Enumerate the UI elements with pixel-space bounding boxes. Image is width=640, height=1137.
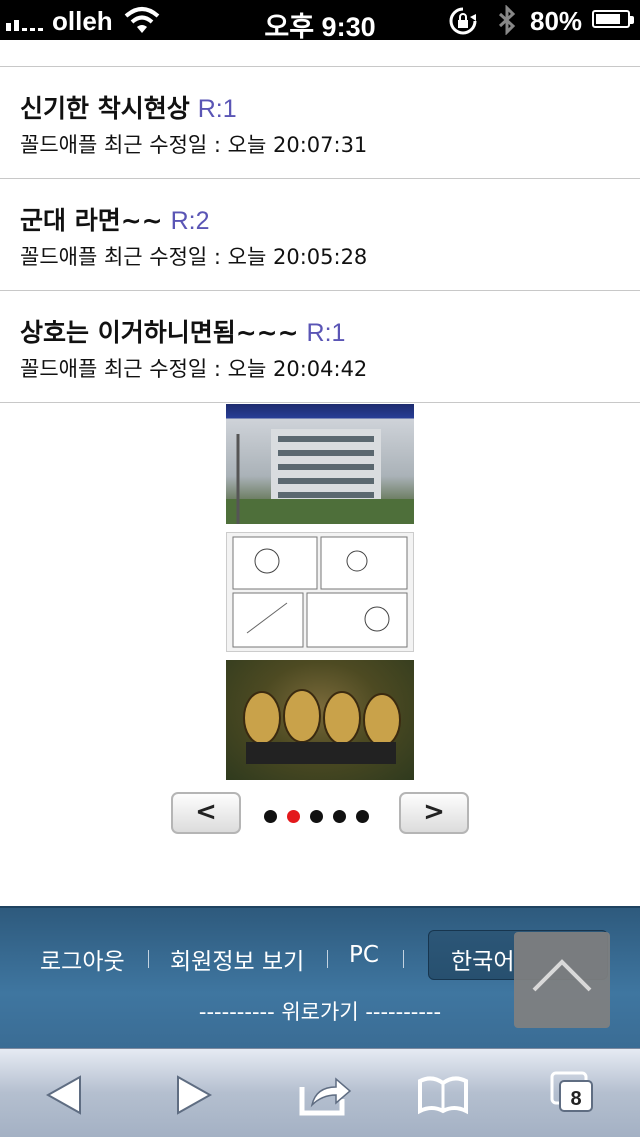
logout-link[interactable]: 로그아웃	[40, 942, 125, 976]
book-icon	[418, 1076, 468, 1115]
thumbnail-building[interactable]	[226, 404, 414, 524]
page-dot[interactable]	[356, 810, 369, 823]
list-item[interactable]: 신기한 착시현상 R:1 꼴드애플 최근 수정일 : 오늘 20:07:31	[0, 67, 640, 179]
page-dot[interactable]	[264, 810, 277, 823]
chevron-up-icon	[532, 959, 592, 992]
language-value: 한국어	[451, 949, 515, 975]
battery-icon	[592, 10, 634, 28]
page-dot-active[interactable]	[287, 810, 300, 823]
back-button[interactable]	[30, 1069, 100, 1119]
member-info-link[interactable]: 회원정보 보기	[170, 942, 304, 976]
share-button[interactable]	[290, 1069, 360, 1119]
page-indicator	[264, 810, 369, 823]
back-arrow-icon	[45, 1075, 81, 1115]
tabs-count: 8	[570, 1088, 581, 1110]
tabs-icon: 8	[550, 1071, 593, 1112]
post-title[interactable]: 상호는 이거하니면됨~~~ R:1	[20, 313, 345, 349]
list-item[interactable]: 군대 라면~~ R:2 꼴드애플 최근 수정일 : 오늘 20:05:28	[0, 179, 640, 291]
tabs-button[interactable]: 8	[540, 1069, 610, 1119]
previous-button[interactable]: <	[171, 792, 241, 834]
bluetooth-icon	[497, 4, 517, 40]
post-meta: 꼴드애플 최근 수정일 : 오늘 20:05:28	[20, 245, 368, 269]
post-title[interactable]: 신기한 착시현상 R:1	[20, 89, 237, 125]
reply-count: R:1	[306, 319, 346, 347]
list-item[interactable]: 상호는 이거하니면됨~~~ R:1 꼴드애플 최근 수정일 : 오늘 20:04:…	[0, 291, 640, 403]
scroll-top-button[interactable]	[514, 932, 610, 1028]
post-meta: 꼴드애플 최근 수정일 : 오늘 20:07:31	[20, 133, 368, 157]
share-icon	[299, 1077, 352, 1116]
status-bar: olleh 오후 9:30 80%	[0, 0, 640, 42]
page-dot[interactable]	[310, 810, 323, 823]
thumbnail-ramen[interactable]	[226, 660, 414, 780]
battery-percent: 80%	[530, 6, 583, 36]
divider	[148, 950, 149, 968]
bookmarks-button[interactable]	[408, 1069, 478, 1119]
reply-count: R:2	[170, 207, 210, 235]
post-list: 신기한 착시현상 R:1 꼴드애플 최근 수정일 : 오늘 20:07:31 군대…	[0, 66, 640, 403]
next-button[interactable]: >	[399, 792, 469, 834]
divider	[403, 950, 404, 968]
forward-arrow-icon	[177, 1075, 213, 1115]
pc-link[interactable]: PC	[349, 942, 379, 968]
rotation-lock-icon	[448, 6, 478, 41]
forward-button[interactable]	[160, 1069, 230, 1119]
thumbnail-comic[interactable]	[226, 532, 414, 652]
divider	[327, 950, 328, 968]
page-dot[interactable]	[333, 810, 346, 823]
browser-toolbar: 8	[0, 1048, 640, 1137]
post-title[interactable]: 군대 라면~~ R:2	[20, 201, 210, 237]
reply-count: R:1	[197, 95, 237, 123]
post-meta: 꼴드애플 최근 수정일 : 오늘 20:04:42	[20, 357, 368, 381]
